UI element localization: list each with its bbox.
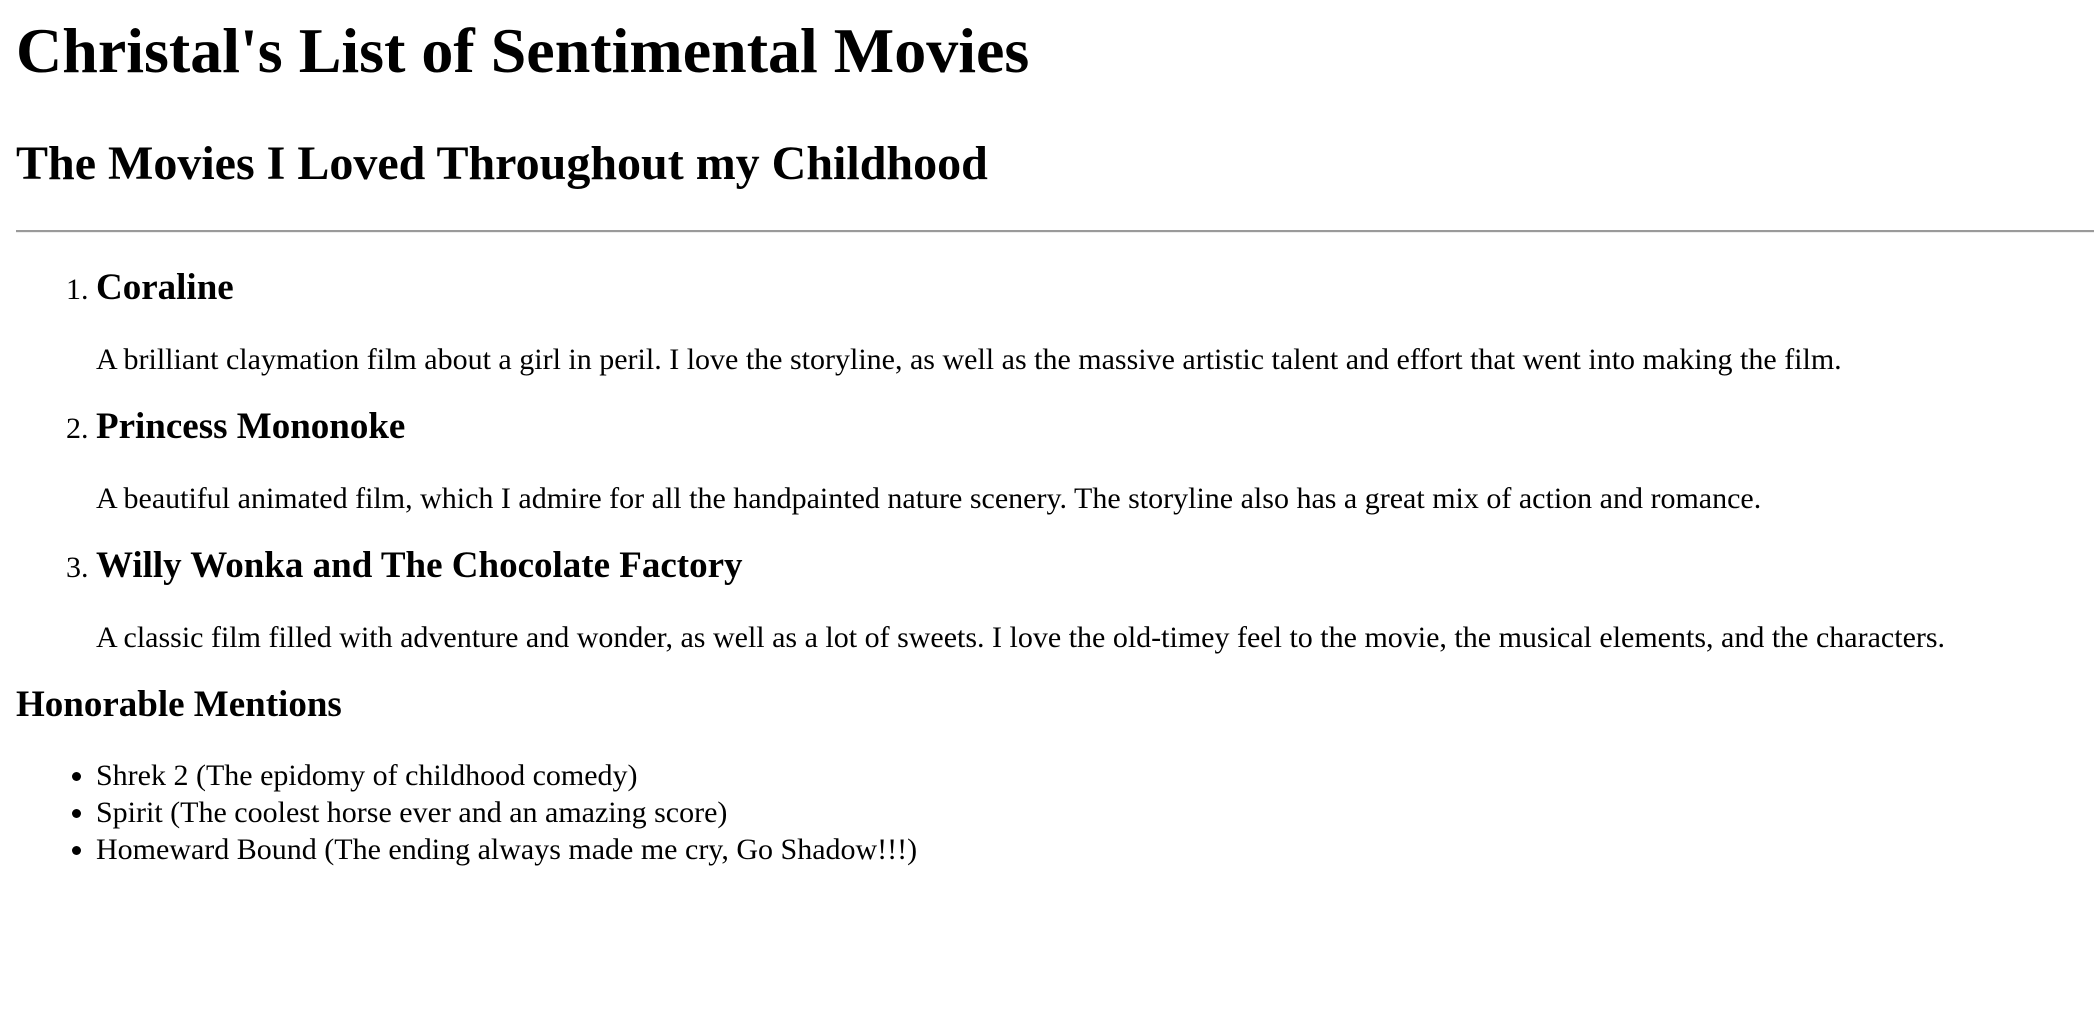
movie-title: Willy Wonka and The Chocolate Factory	[96, 545, 743, 586]
movie-item-coraline: Coraline A brilliant claymation film abo…	[96, 263, 2094, 378]
honorable-mentions-heading: Honorable Mentions	[16, 684, 342, 725]
movie-description: A beautiful animated film, which I admir…	[96, 482, 1762, 515]
list-item: Shrek 2 (The epidomy of childhood comedy…	[96, 757, 2094, 794]
page-content: Christal's List of Sentimental Movies Th…	[16, 0, 2094, 868]
movie-title: Coraline	[96, 267, 234, 308]
movie-item-willy-wonka: Willy Wonka and The Chocolate Factory A …	[96, 541, 2094, 656]
movie-title: Princess Mononoke	[96, 406, 406, 447]
list-item: Homeward Bound (The ending always made m…	[96, 831, 2094, 868]
movie-description: A classic film filled with adventure and…	[96, 621, 1946, 654]
movie-description: A brilliant claymation film about a girl…	[96, 343, 1842, 376]
movie-item-princess-mononoke: Princess Mononoke A beautiful animated f…	[96, 402, 2094, 517]
page-title: Christal's List of Sentimental Movies	[16, 15, 1030, 86]
divider	[16, 230, 2094, 233]
movie-list: Coraline A brilliant claymation film abo…	[16, 263, 2094, 656]
page-subtitle: The Movies I Loved Throughout my Childho…	[16, 137, 988, 190]
honorable-mentions-list: Shrek 2 (The epidomy of childhood comedy…	[16, 757, 2094, 868]
list-item: Spirit (The coolest horse ever and an am…	[96, 794, 2094, 831]
